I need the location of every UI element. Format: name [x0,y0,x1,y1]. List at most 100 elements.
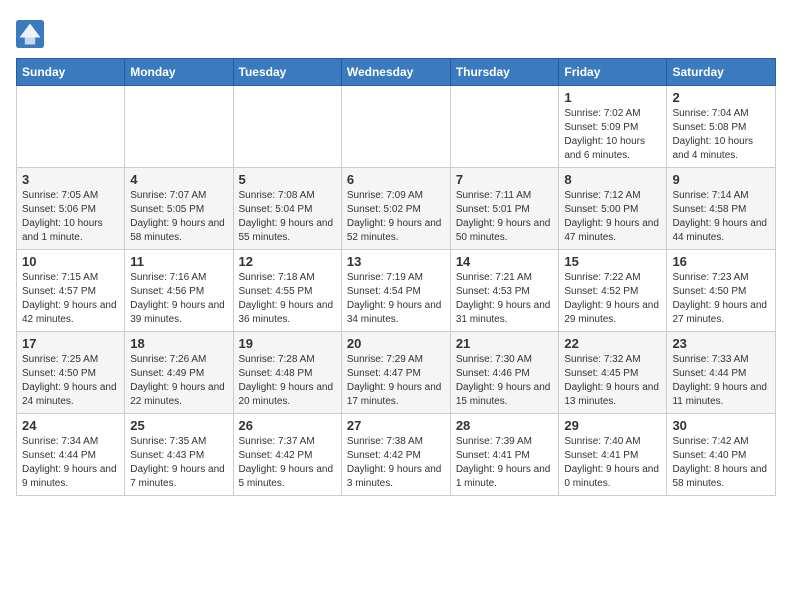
day-number: 18 [130,336,227,351]
calendar-cell: 13 Sunrise: 7:19 AM Sunset: 4:54 PM Dayli… [341,250,450,332]
calendar-cell [341,86,450,168]
calendar-cell: 4 Sunrise: 7:07 AM Sunset: 5:05 PM Daylig… [125,168,233,250]
calendar-cell [125,86,233,168]
calendar-cell [233,86,341,168]
day-info: Sunrise: 7:19 AM Sunset: 4:54 PM Dayligh… [347,271,445,327]
day-info: Sunrise: 7:23 AM Sunset: 4:50 PM Dayligh… [672,271,770,327]
header-cell-wednesday: Wednesday [341,59,450,86]
day-info: Sunrise: 7:22 AM Sunset: 4:52 PM Dayligh… [564,271,661,327]
day-info: Sunrise: 7:09 AM Sunset: 5:02 PM Dayligh… [347,189,445,245]
calendar-cell: 1 Sunrise: 7:02 AM Sunset: 5:09 PM Daylig… [559,86,667,168]
calendar-cell: 26 Sunrise: 7:37 AM Sunset: 4:42 PM Dayli… [233,414,341,496]
calendar-table: SundayMondayTuesdayWednesdayThursdayFrid… [16,58,776,496]
day-info: Sunrise: 7:04 AM Sunset: 5:08 PM Dayligh… [672,107,770,163]
day-number: 10 [22,254,119,269]
day-number: 4 [130,172,227,187]
day-number: 25 [130,418,227,433]
calendar-week-3: 10 Sunrise: 7:15 AM Sunset: 4:57 PM Dayli… [17,250,776,332]
day-info: Sunrise: 7:15 AM Sunset: 4:57 PM Dayligh… [22,271,119,327]
calendar-body: 1 Sunrise: 7:02 AM Sunset: 5:09 PM Daylig… [17,86,776,496]
day-info: Sunrise: 7:14 AM Sunset: 4:58 PM Dayligh… [672,189,770,245]
day-number: 29 [564,418,661,433]
day-info: Sunrise: 7:28 AM Sunset: 4:48 PM Dayligh… [239,353,336,409]
header-cell-tuesday: Tuesday [233,59,341,86]
day-info: Sunrise: 7:39 AM Sunset: 4:41 PM Dayligh… [456,435,554,491]
calendar-cell: 30 Sunrise: 7:42 AM Sunset: 4:40 PM Dayli… [667,414,776,496]
day-number: 5 [239,172,336,187]
day-info: Sunrise: 7:11 AM Sunset: 5:01 PM Dayligh… [456,189,554,245]
day-info: Sunrise: 7:29 AM Sunset: 4:47 PM Dayligh… [347,353,445,409]
calendar-cell: 7 Sunrise: 7:11 AM Sunset: 5:01 PM Daylig… [450,168,559,250]
day-number: 1 [564,90,661,105]
day-info: Sunrise: 7:08 AM Sunset: 5:04 PM Dayligh… [239,189,336,245]
calendar-cell: 11Sunrise: 7:16 AM Sunset: 4:56 PM Dayli… [125,250,233,332]
day-number: 20 [347,336,445,351]
day-info: Sunrise: 7:18 AM Sunset: 4:55 PM Dayligh… [239,271,336,327]
calendar-cell: 18 Sunrise: 7:26 AM Sunset: 4:49 PM Dayli… [125,332,233,414]
calendar-week-2: 3 Sunrise: 7:05 AM Sunset: 5:06 PM Daylig… [17,168,776,250]
day-number: 14 [456,254,554,269]
day-info: Sunrise: 7:34 AM Sunset: 4:44 PM Dayligh… [22,435,119,491]
calendar-cell: 15 Sunrise: 7:22 AM Sunset: 4:52 PM Dayli… [559,250,667,332]
day-info: Sunrise: 7:05 AM Sunset: 5:06 PM Dayligh… [22,189,119,245]
calendar-cell: 22Sunrise: 7:32 AM Sunset: 4:45 PM Dayli… [559,332,667,414]
calendar-cell: 28Sunrise: 7:39 AM Sunset: 4:41 PM Dayli… [450,414,559,496]
calendar-cell: 25 Sunrise: 7:35 AM Sunset: 4:43 PM Dayli… [125,414,233,496]
header-cell-thursday: Thursday [450,59,559,86]
page-header [16,16,776,48]
calendar-cell: 17Sunrise: 7:25 AM Sunset: 4:50 PM Dayli… [17,332,125,414]
day-number: 7 [456,172,554,187]
calendar-cell: 29 Sunrise: 7:40 AM Sunset: 4:41 PM Dayli… [559,414,667,496]
day-info: Sunrise: 7:30 AM Sunset: 4:46 PM Dayligh… [456,353,554,409]
day-info: Sunrise: 7:42 AM Sunset: 4:40 PM Dayligh… [672,435,770,491]
calendar-cell: 27Sunrise: 7:38 AM Sunset: 4:42 PM Dayli… [341,414,450,496]
calendar-cell: 19 Sunrise: 7:28 AM Sunset: 4:48 PM Dayli… [233,332,341,414]
header-cell-monday: Monday [125,59,233,86]
day-number: 12 [239,254,336,269]
day-info: Sunrise: 7:16 AM Sunset: 4:56 PM Dayligh… [130,271,227,327]
calendar-cell: 8Sunrise: 7:12 AM Sunset: 5:00 PM Daylig… [559,168,667,250]
calendar-cell: 20 Sunrise: 7:29 AM Sunset: 4:47 PM Dayli… [341,332,450,414]
day-number: 24 [22,418,119,433]
day-number: 27 [347,418,445,433]
day-number: 30 [672,418,770,433]
day-number: 3 [22,172,119,187]
calendar-cell: 5 Sunrise: 7:08 AM Sunset: 5:04 PM Daylig… [233,168,341,250]
calendar-cell: 9 Sunrise: 7:14 AM Sunset: 4:58 PM Daylig… [667,168,776,250]
calendar-cell: 6Sunrise: 7:09 AM Sunset: 5:02 PM Daylig… [341,168,450,250]
calendar-cell: 2 Sunrise: 7:04 AM Sunset: 5:08 PM Daylig… [667,86,776,168]
day-info: Sunrise: 7:37 AM Sunset: 4:42 PM Dayligh… [239,435,336,491]
day-info: Sunrise: 7:35 AM Sunset: 4:43 PM Dayligh… [130,435,227,491]
calendar-cell [17,86,125,168]
calendar-cell: 3 Sunrise: 7:05 AM Sunset: 5:06 PM Daylig… [17,168,125,250]
day-info: Sunrise: 7:26 AM Sunset: 4:49 PM Dayligh… [130,353,227,409]
day-info: Sunrise: 7:21 AM Sunset: 4:53 PM Dayligh… [456,271,554,327]
day-number: 23 [672,336,770,351]
day-number: 16 [672,254,770,269]
calendar-cell: 16 Sunrise: 7:23 AM Sunset: 4:50 PM Dayli… [667,250,776,332]
day-number: 15 [564,254,661,269]
day-number: 19 [239,336,336,351]
calendar-cell [450,86,559,168]
calendar-week-5: 24 Sunrise: 7:34 AM Sunset: 4:44 PM Dayli… [17,414,776,496]
day-number: 8 [564,172,661,187]
day-info: Sunrise: 7:25 AM Sunset: 4:50 PM Dayligh… [22,353,119,409]
calendar-header-row: SundayMondayTuesdayWednesdayThursdayFrid… [17,59,776,86]
day-info: Sunrise: 7:33 AM Sunset: 4:44 PM Dayligh… [672,353,770,409]
day-info: Sunrise: 7:02 AM Sunset: 5:09 PM Dayligh… [564,107,661,163]
logo [16,20,46,48]
calendar-week-4: 17Sunrise: 7:25 AM Sunset: 4:50 PM Dayli… [17,332,776,414]
day-number: 13 [347,254,445,269]
logo-icon [16,20,44,48]
calendar-cell: 12 Sunrise: 7:18 AM Sunset: 4:55 PM Dayli… [233,250,341,332]
day-info: Sunrise: 7:07 AM Sunset: 5:05 PM Dayligh… [130,189,227,245]
day-info: Sunrise: 7:40 AM Sunset: 4:41 PM Dayligh… [564,435,661,491]
day-number: 26 [239,418,336,433]
header-cell-saturday: Saturday [667,59,776,86]
day-info: Sunrise: 7:32 AM Sunset: 4:45 PM Dayligh… [564,353,661,409]
header-cell-sunday: Sunday [17,59,125,86]
calendar-cell: 23 Sunrise: 7:33 AM Sunset: 4:44 PM Dayli… [667,332,776,414]
day-number: 9 [672,172,770,187]
calendar-cell: 14 Sunrise: 7:21 AM Sunset: 4:53 PM Dayli… [450,250,559,332]
day-number: 2 [672,90,770,105]
